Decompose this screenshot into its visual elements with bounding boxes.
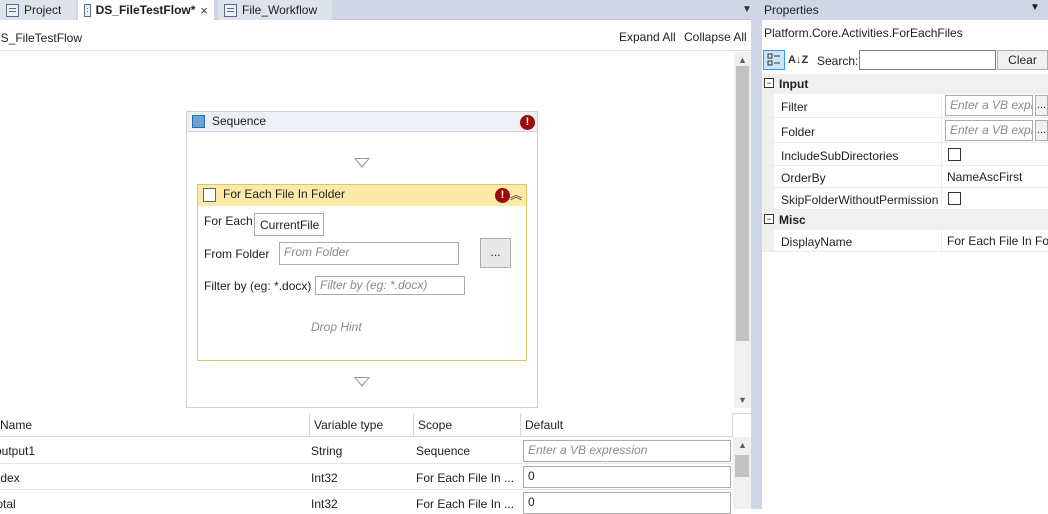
table-row-divider xyxy=(0,463,733,464)
from-folder-label: From Folder xyxy=(204,247,270,261)
tab-file-workflow-label: File_Workflow xyxy=(242,3,318,17)
property-name: OrderBy xyxy=(781,171,826,185)
variable-scope-cell[interactable]: Sequence xyxy=(416,444,516,458)
for-each-label: For Each xyxy=(204,214,253,228)
filter-input[interactable]: Filter by (eg: *.docx) xyxy=(315,276,465,295)
foreach-title: For Each File In Folder xyxy=(223,187,346,201)
collapse-category-icon[interactable]: − xyxy=(764,214,774,224)
column-header-name-label: Name xyxy=(0,418,33,432)
sequence-icon xyxy=(192,115,205,128)
alphabetical-sort-icon[interactable]: A↓Z xyxy=(788,50,808,70)
skip-folder-checkbox[interactable] xyxy=(948,192,961,205)
variable-default-input[interactable]: Enter a VB expression xyxy=(523,440,731,462)
close-icon[interactable]: × xyxy=(200,3,208,18)
variable-name-cell[interactable]: index xyxy=(0,471,291,485)
variable-type-cell[interactable]: String xyxy=(311,444,342,458)
search-input[interactable] xyxy=(859,50,996,70)
table-row-divider xyxy=(0,489,733,490)
category-misc[interactable]: Misc xyxy=(762,210,1048,230)
variable-scope-cell[interactable]: For Each File In ... xyxy=(416,471,516,485)
include-subdirectories-checkbox[interactable] xyxy=(948,148,961,161)
search-label: Search: xyxy=(817,54,859,68)
clear-button[interactable]: Clear xyxy=(997,50,1048,70)
sequence-title: Sequence xyxy=(212,114,267,128)
category-misc-label: Misc xyxy=(779,213,806,227)
tab-project[interactable]: Project xyxy=(0,0,76,20)
variables-scroll-thumb[interactable] xyxy=(735,455,749,477)
tab-ds-filetestflow-label: DS_FileTestFlow* xyxy=(95,3,196,17)
property-orderby-value[interactable]: NameAscFirst xyxy=(947,170,1022,184)
for-each-item-input[interactable]: CurrentFile xyxy=(254,213,324,236)
drop-target-arrow-icon-bottom xyxy=(354,377,370,387)
collapse-chevron-icon[interactable]: ︽ xyxy=(510,186,522,203)
panel-splitter[interactable] xyxy=(751,0,762,509)
column-header-default[interactable]: Default xyxy=(521,413,733,437)
property-name: SkipFolderWithoutPermission xyxy=(781,193,939,207)
property-name: Folder xyxy=(781,125,816,139)
column-header-default-label: Default xyxy=(525,418,564,432)
variables-scroll-up-icon[interactable]: ▲ xyxy=(734,438,751,452)
property-filter-input[interactable]: Enter a VB expression xyxy=(945,95,1033,116)
validation-error-icon[interactable]: ! xyxy=(520,115,535,130)
selected-activity-type: Platform.Core.Activities.ForEachFiles xyxy=(764,26,963,40)
drop-hint: Drop Hint xyxy=(311,320,362,334)
column-header-scope[interactable]: Scope xyxy=(414,413,521,437)
browse-folder-button[interactable]: ... xyxy=(480,238,511,268)
category-input-label: Input xyxy=(779,77,809,91)
properties-title: Properties xyxy=(764,3,819,17)
property-name: Filter xyxy=(781,100,808,114)
property-name: DisplayName xyxy=(781,235,853,249)
categorized-icon xyxy=(767,53,780,66)
filter-label: Filter by (eg: *.docx) xyxy=(204,279,312,293)
column-header-type-label: Variable type xyxy=(314,418,384,432)
scroll-down-icon[interactable]: ▼ xyxy=(734,393,751,407)
scroll-up-icon[interactable]: ▲ xyxy=(734,53,751,67)
workflow-icon xyxy=(84,3,91,17)
expand-all-link[interactable]: Expand All xyxy=(619,30,676,44)
file-icon xyxy=(224,3,237,17)
from-folder-input[interactable]: From Folder xyxy=(279,242,459,265)
variable-default-input[interactable]: 0 xyxy=(523,466,731,488)
variable-default-input[interactable]: 0 xyxy=(523,492,731,514)
foreach-file-activity[interactable] xyxy=(197,184,527,361)
categorized-view-button[interactable] xyxy=(763,50,785,70)
column-header-variable-type[interactable]: Variable type xyxy=(310,413,414,437)
properties-menu-icon[interactable]: ▼ xyxy=(1030,2,1040,13)
collapse-all-link[interactable]: Collapse All xyxy=(684,30,747,44)
variable-type-cell[interactable]: Int32 xyxy=(311,471,338,485)
column-header-scope-label: Scope xyxy=(418,418,453,432)
property-folder-ellipsis-button[interactable]: ... xyxy=(1035,120,1048,141)
column-header-name[interactable]: Name xyxy=(0,413,310,437)
property-name: IncludeSubDirectories xyxy=(781,149,899,163)
category-input[interactable]: Input xyxy=(762,74,1048,94)
foreach-icon xyxy=(203,188,216,202)
project-icon xyxy=(6,3,19,17)
property-folder-input[interactable]: Enter a VB expression xyxy=(945,120,1033,141)
property-filter-ellipsis-button[interactable]: ... xyxy=(1035,95,1048,116)
variable-name-cell[interactable]: output1 xyxy=(0,444,295,458)
breadcrumb[interactable]: DS_FileTestFlow xyxy=(0,31,82,45)
tab-ds-filetestflow[interactable]: DS_FileTestFlow* × xyxy=(78,0,214,20)
canvas-scroll-thumb[interactable] xyxy=(736,66,749,341)
tab-project-label: Project xyxy=(24,3,62,17)
foreach-error-icon[interactable]: ! xyxy=(495,188,510,203)
collapse-category-icon[interactable]: − xyxy=(764,78,774,88)
tab-file-workflow[interactable]: File_Workflow xyxy=(218,0,332,20)
drop-target-arrow-icon xyxy=(354,158,370,168)
property-displayname-value[interactable]: For Each File In Folder xyxy=(947,234,1048,248)
